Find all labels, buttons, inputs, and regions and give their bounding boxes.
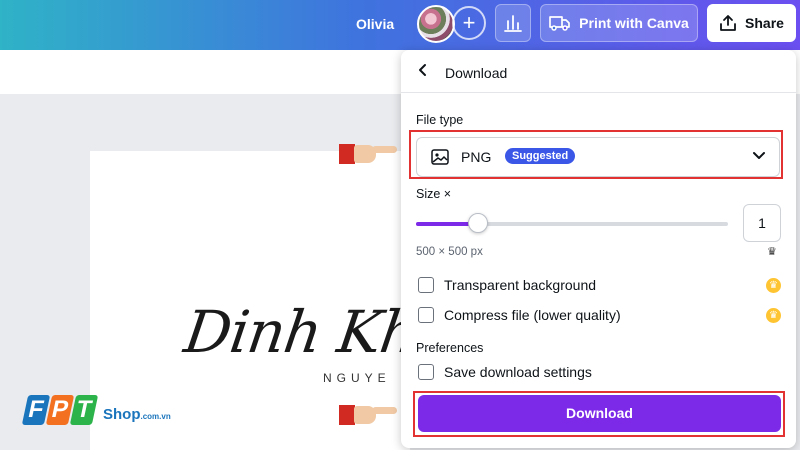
checkbox[interactable] bbox=[418, 277, 434, 293]
truck-icon bbox=[549, 16, 571, 31]
panel-header: Download bbox=[401, 50, 796, 93]
image-icon bbox=[431, 149, 449, 170]
preferences-label: Preferences bbox=[416, 341, 484, 355]
dimensions-text: 500 × 500 px bbox=[416, 246, 483, 258]
size-slider-track[interactable] bbox=[416, 222, 728, 226]
pointing-hand-icon bbox=[339, 404, 397, 426]
insights-icon bbox=[504, 15, 522, 32]
shop-text: Shop bbox=[103, 406, 141, 423]
transparent-background-option[interactable]: Transparent background bbox=[418, 275, 596, 295]
insights-button[interactable] bbox=[495, 4, 531, 42]
download-panel: Download File type PNG Suggested Size × … bbox=[401, 50, 796, 448]
save-download-settings-option[interactable]: Save download settings bbox=[418, 362, 592, 382]
checkbox[interactable] bbox=[418, 364, 434, 380]
option-label: Save download settings bbox=[444, 364, 592, 380]
download-button[interactable]: Download bbox=[418, 395, 781, 432]
file-type-select[interactable]: PNG Suggested bbox=[416, 137, 780, 177]
option-label: Transparent background bbox=[444, 277, 597, 293]
print-with-canva-button[interactable]: Print with Canva bbox=[540, 4, 698, 42]
crown-icon: ♛ bbox=[767, 246, 777, 258]
pointing-hand-icon bbox=[339, 143, 397, 165]
size-input[interactable]: 1 bbox=[743, 204, 781, 242]
top-toolbar: Olivia + Print with Canva Share bbox=[0, 0, 800, 50]
crown-icon: ♛ bbox=[766, 308, 781, 323]
user-name: Olivia bbox=[356, 16, 395, 32]
suggested-badge: Suggested bbox=[505, 148, 576, 164]
compress-file-option[interactable]: Compress file (lower quality) bbox=[418, 305, 621, 325]
chevron-down-icon bbox=[751, 147, 767, 168]
share-label: Share bbox=[745, 15, 784, 31]
shop-domain: .com.vn bbox=[140, 412, 171, 421]
share-button[interactable]: Share bbox=[707, 4, 796, 42]
option-label: Compress file (lower quality) bbox=[444, 307, 621, 323]
shop-logo-text: Shop.com.vn bbox=[103, 406, 171, 423]
signature-subtext: NGUYE bbox=[323, 371, 391, 385]
crown-icon: ♛ bbox=[766, 278, 781, 293]
chevron-left-icon[interactable] bbox=[417, 63, 429, 82]
file-type-value: PNG bbox=[461, 149, 492, 165]
fpt-logo: F P T bbox=[21, 395, 99, 425]
size-slider-handle[interactable] bbox=[468, 213, 489, 233]
add-collaborator-button[interactable]: + bbox=[452, 6, 486, 40]
checkbox[interactable] bbox=[418, 307, 434, 323]
size-label: Size × bbox=[416, 187, 452, 201]
share-upload-icon bbox=[720, 15, 736, 31]
logo-letter: T bbox=[69, 395, 99, 425]
file-type-label: File type bbox=[416, 113, 464, 127]
avatar[interactable] bbox=[417, 5, 455, 43]
panel-title: Download bbox=[445, 65, 508, 81]
print-label: Print with Canva bbox=[579, 15, 689, 31]
